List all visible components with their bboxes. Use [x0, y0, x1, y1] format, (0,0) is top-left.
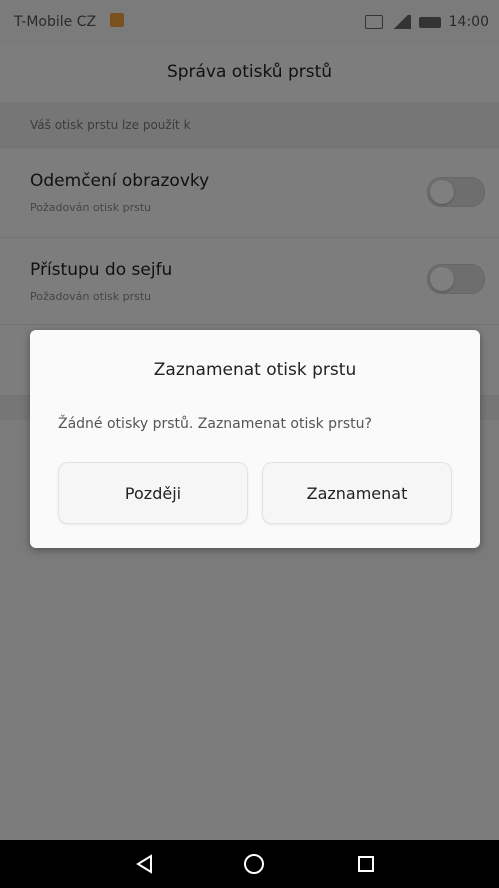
record-button[interactable]: Zaznamenat	[262, 462, 452, 524]
navigation-bar	[0, 840, 499, 888]
record-fingerprint-dialog: Zaznamenat otisk prstu Žádné otisky prst…	[30, 330, 480, 548]
home-icon	[244, 854, 264, 874]
recent-apps-icon	[358, 856, 374, 872]
screen: T-Mobile CZ 14:00 Správa otisků prstů Vá…	[0, 0, 499, 888]
back-icon	[136, 854, 152, 874]
later-button[interactable]: Později	[58, 462, 248, 524]
recent-apps-button[interactable]	[326, 840, 406, 888]
back-button[interactable]	[105, 840, 185, 888]
dialog-message: Žádné otisky prstů. Zaznamenat otisk prs…	[58, 416, 372, 432]
home-button[interactable]	[214, 840, 294, 888]
dialog-title: Zaznamenat otisk prstu	[153, 360, 357, 380]
